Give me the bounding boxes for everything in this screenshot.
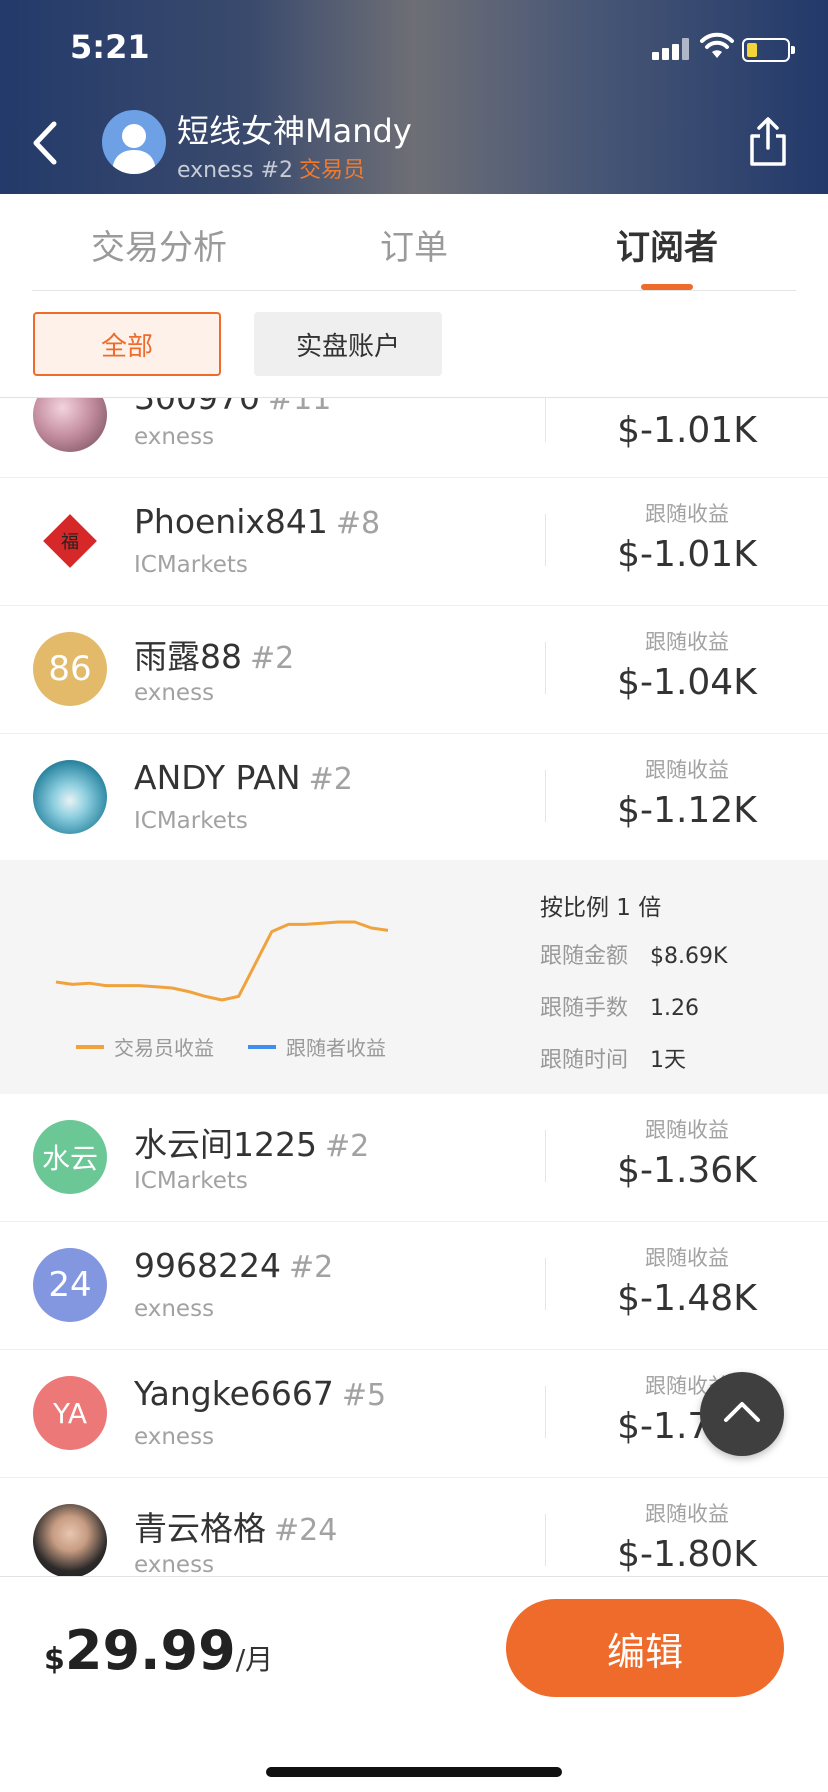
list-item[interactable]: 青云格格 #24 exness 跟随收益 $-1.80K <box>0 1478 828 1576</box>
filter-live-account[interactable]: 实盘账户 <box>254 312 442 376</box>
follow-profit-value: $-1.80K <box>617 1534 757 1575</box>
tab-trade-analysis[interactable]: 交易分析 <box>91 220 227 269</box>
subscriber-broker: ICMarkets <box>134 808 248 834</box>
follow-profit-label: 跟随收益 <box>645 1246 729 1270</box>
subscriber-name: 9968224 #2 <box>134 1246 334 1285</box>
edit-button[interactable]: 编辑 <box>506 1599 784 1697</box>
follow-profit-label: 跟随收益 <box>645 630 729 654</box>
subscriber-broker: exness <box>134 424 215 450</box>
subscriber-avatar: 福 <box>33 504 107 578</box>
subscriber-avatar <box>33 1504 107 1576</box>
fu-diamond-icon: 福 <box>43 514 97 568</box>
subscriber-broker: ICMarkets <box>134 1168 248 1194</box>
subscriber-detail-panel: 交易员收益 跟随者收益 按比例 1 倍 跟随金额 $8.69K 跟随手数 1.26 … <box>0 860 828 1094</box>
signal-icon <box>652 38 692 60</box>
divider <box>545 1386 546 1438</box>
follow-time-row: 跟随时间 1天 <box>540 1048 687 1073</box>
battery-icon <box>742 38 795 62</box>
divider <box>545 1130 546 1182</box>
tab-divider <box>32 290 796 291</box>
subscriber-name: ANDY PAN #2 <box>134 758 353 797</box>
subscriber-avatar <box>33 760 107 834</box>
subscriber-avatar: YA <box>33 1376 107 1450</box>
avatar-initials: 24 <box>48 1265 92 1305</box>
subscriber-name: 青云格格 #24 <box>134 1509 338 1548</box>
subscriber-broker: ICMarkets <box>134 552 248 578</box>
avatar-initials: 水云 <box>41 1142 98 1175</box>
home-indicator <box>266 1767 562 1777</box>
tab-orders[interactable]: 订单 <box>380 220 448 269</box>
list-item[interactable]: 水云 水云间1225 #2 ICMarkets 跟随收益 $-1.36K <box>0 1094 828 1222</box>
wifi-icon <box>700 32 734 58</box>
avatar-initials: 86 <box>48 649 92 689</box>
follow-profit-value: $-1.01K <box>617 534 757 575</box>
subscriber-avatar: 86 <box>33 632 107 706</box>
list-item[interactable]: 福 Phoenix841 #8 ICMarkets 跟随收益 $-1.01K <box>0 478 828 606</box>
list-item[interactable]: 24 9968224 #2 exness 跟随收益 $-1.48K <box>0 1222 828 1350</box>
tab-bar: 交易分析 订单 订阅者 <box>0 194 828 290</box>
divider <box>545 398 546 442</box>
subscriber-avatar: 水云 <box>33 1120 107 1194</box>
follow-profit-label: 跟随收益 <box>645 1118 729 1142</box>
legend-follower-swatch <box>248 1044 276 1049</box>
follow-profit-label: 跟随收益 <box>645 502 729 526</box>
share-icon[interactable] <box>746 116 790 168</box>
subscriber-name: Yangke6667 #5 <box>134 1374 387 1413</box>
filter-all[interactable]: 全部 <box>33 312 221 376</box>
follow-profit-value: $-1.12K <box>617 790 757 831</box>
price-currency: $ <box>44 1642 65 1677</box>
avatar-initials: YA <box>52 1396 88 1430</box>
subscriber-broker: exness <box>134 680 215 706</box>
header: 5:21 短线女神Mandy exness #2 交易员 <box>0 0 828 194</box>
divider <box>545 642 546 694</box>
price-period: /月 <box>235 1643 274 1676</box>
tab-subscribers[interactable]: 订阅者 <box>616 220 718 269</box>
list-item[interactable]: ANDY PAN #2 ICMarkets 跟随收益 $-1.12K <box>0 734 828 862</box>
divider <box>545 1514 546 1566</box>
svg-text:福: 福 <box>61 532 79 553</box>
trader-name: 短线女神Mandy <box>177 112 412 150</box>
status-time: 5:21 <box>70 28 150 66</box>
follow-profit-label: 跟随收益 <box>645 1502 729 1526</box>
back-arrow-icon[interactable] <box>28 118 64 168</box>
legend-trader: 交易员收益 <box>76 1032 214 1061</box>
subscriber-broker: exness <box>134 1552 215 1576</box>
follow-profit-value: $-1.01K <box>617 410 757 451</box>
legend-follower: 跟随者收益 <box>248 1032 386 1061</box>
follow-lots-row: 跟随手数 1.26 <box>540 996 699 1021</box>
subscriber-name: Phoenix841 #8 <box>134 502 381 541</box>
series-line-0 <box>55 920 389 1002</box>
follow-profit-value: $-1.48K <box>617 1278 757 1319</box>
trader-role: 交易员 <box>299 158 366 183</box>
follow-ratio: 按比例 1 倍 <box>540 895 662 921</box>
scroll-to-top-button[interactable] <box>700 1372 784 1456</box>
subscriber-avatar <box>33 398 107 452</box>
follow-profit-value: $-1.36K <box>617 1150 757 1191</box>
chevron-up-icon <box>724 1402 760 1422</box>
list-item[interactable]: 300970#11 exness $-1.01K <box>0 398 828 478</box>
subscriber-name: 300970#11 <box>134 398 332 417</box>
subscriber-avatar: 24 <box>33 1248 107 1322</box>
subscriber-name: 水云间1225 #2 <box>134 1125 370 1164</box>
divider <box>545 770 546 822</box>
legend-trader-swatch <box>76 1044 104 1049</box>
list-item[interactable]: 86 雨露88 #2 exness 跟随收益 $-1.04K <box>0 606 828 734</box>
trader-broker: exness #2 <box>177 158 293 183</box>
subscriber-broker: exness <box>134 1296 215 1322</box>
user-silhouette-icon <box>112 124 156 174</box>
subscription-price: $29.99/月 <box>44 1619 273 1682</box>
price-amount: 29.99 <box>64 1619 236 1682</box>
divider <box>545 1258 546 1310</box>
follow-profit-value: $-1.04K <box>617 662 757 703</box>
trader-avatar[interactable] <box>102 110 166 174</box>
follow-profit-label: 跟随收益 <box>645 758 729 782</box>
profit-line-chart <box>55 920 389 1002</box>
follow-amount-row: 跟随金额 $8.69K <box>540 944 728 969</box>
trader-subtitle: exness #2 交易员 <box>177 152 365 184</box>
bottom-bar: $29.99/月 编辑 <box>0 1576 828 1792</box>
subscriber-broker: exness <box>134 1424 215 1450</box>
divider <box>545 514 546 566</box>
subscriber-name: 雨露88 #2 <box>134 637 295 676</box>
